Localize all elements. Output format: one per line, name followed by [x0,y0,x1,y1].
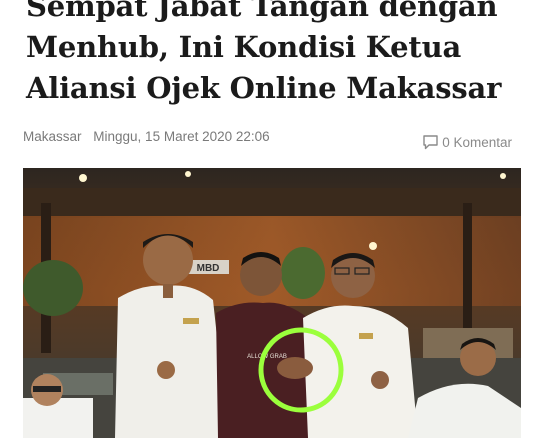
article-title: Sempat Jabat Tangan dengan Menhub, Ini K… [26,0,526,109]
publish-date: Minggu, 15 Maret 2020 22:06 [93,129,270,144]
comment-bubble-icon [422,134,439,150]
article-page: Sempat Jabat Tangan dengan Menhub, Ini K… [0,0,540,438]
category-link[interactable]: Makassar [23,129,82,144]
comments-link[interactable]: 0 Komentar [422,134,512,150]
comments-count: 0 Komentar [442,134,512,150]
shirt-print: ALLOW GRAB [247,354,287,360]
article-meta: Makassar Minggu, 15 Maret 2020 22:06 [23,129,270,144]
article-title-line-2: Menhub, Ini Kondisi Ketua [26,30,462,64]
article-title-line-1: Sempat Jabat Tangan dengan [26,0,498,23]
article-photo: MBD ALLOW GRAB [23,168,521,438]
article-title-line-3: Aliansi Ojek Online Makassar [26,71,502,105]
background-sign: MBD [197,263,220,274]
